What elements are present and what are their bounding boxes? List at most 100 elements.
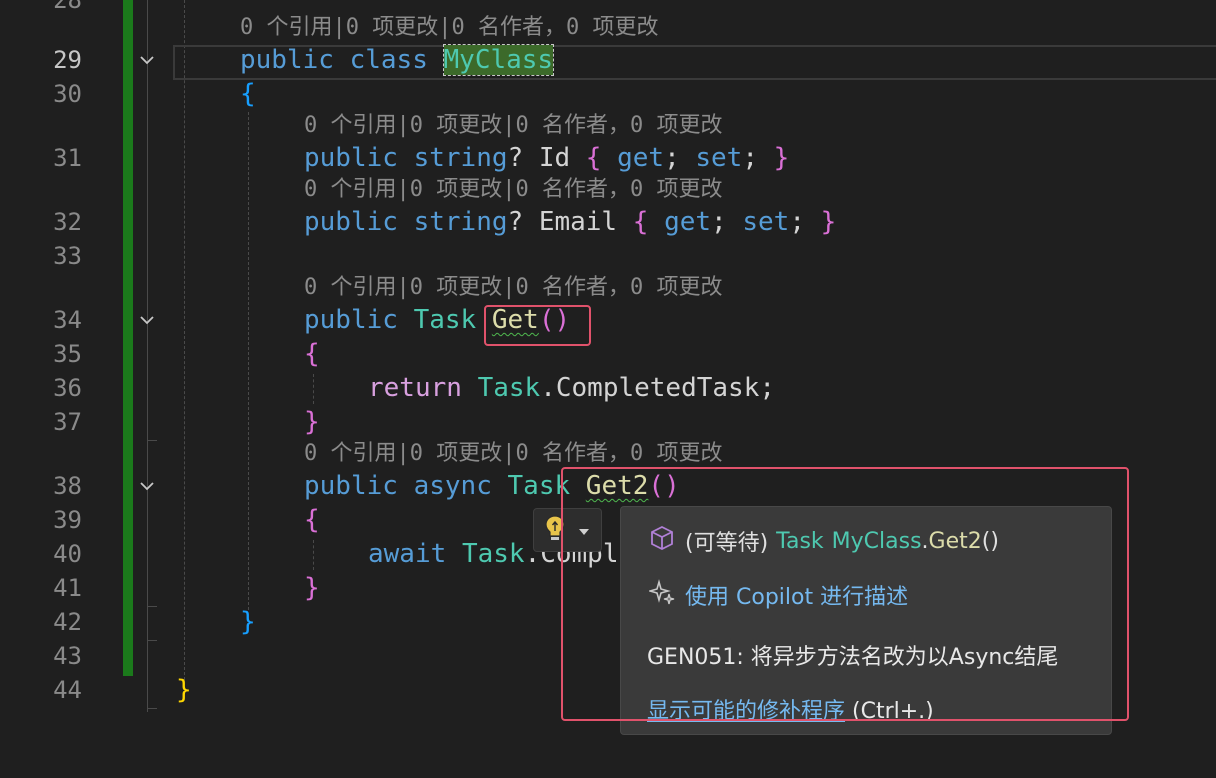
codelens[interactable]: 0 个引用|0 项更改|0 名作者，0 项更改	[304, 439, 722, 469]
token: ?	[507, 207, 524, 237]
copilot-text[interactable]: 使用 Copilot 进行描述	[685, 579, 908, 611]
chevron-down-icon[interactable]	[137, 476, 157, 496]
keyword: string	[413, 143, 508, 173]
keyword: get	[664, 207, 712, 237]
code-line-44[interactable]: }	[176, 673, 192, 707]
keyword: await	[368, 539, 447, 569]
property-name: Id	[538, 143, 571, 173]
line-number: 28	[53, 0, 82, 14]
token: ;	[711, 207, 727, 237]
line-number: 35	[53, 340, 82, 368]
method-signature: (可等待) Task MyClass . Get2 ()	[649, 525, 999, 557]
code-line-29[interactable]: public class MyClass	[240, 43, 555, 77]
line-number-current: 29	[53, 46, 82, 74]
code-line-30[interactable]: {	[240, 77, 256, 111]
fold-end-marker	[147, 708, 157, 709]
sparkle-icon	[647, 579, 675, 611]
fold-end-marker	[147, 640, 157, 641]
line-number: 36	[53, 374, 82, 402]
property-name: Email	[538, 207, 618, 237]
indent-guide	[313, 540, 314, 570]
type-name: Task	[413, 305, 477, 335]
keyword: string	[413, 207, 508, 237]
fix-link-text[interactable]: 显示可能的修补程序	[647, 699, 845, 724]
show-fixes-link[interactable]: 显示可能的修补程序 (Ctrl+.)	[647, 693, 934, 725]
code-line-39[interactable]: {	[304, 503, 320, 537]
type-name: Task	[461, 539, 525, 569]
keyword: public	[304, 207, 398, 237]
signature-parens: ()	[981, 528, 999, 554]
fold-end-marker	[147, 606, 157, 607]
brace: {	[585, 143, 602, 173]
chevron-down-icon[interactable]	[137, 50, 157, 70]
keyword: public	[304, 471, 398, 501]
code-line-36[interactable]: return Task.CompletedTask;	[368, 371, 775, 405]
code-line-37[interactable]: }	[304, 405, 320, 439]
codelens[interactable]: 0 个引用|0 项更改|0 名作者，0 项更改	[240, 13, 658, 43]
codelens[interactable]: 0 个引用|0 项更改|0 名作者，0 项更改	[304, 111, 722, 141]
line-number: 40	[53, 540, 82, 568]
keyword: get	[617, 143, 665, 173]
lightbulb-button[interactable]	[533, 508, 602, 552]
token: ;	[789, 207, 805, 237]
brace: }	[773, 143, 790, 173]
token: ?	[507, 143, 524, 173]
fix-shortcut: (Ctrl+.)	[852, 699, 934, 724]
indent-guide	[248, 112, 249, 610]
keyword: set	[695, 143, 743, 173]
keyword: async	[413, 471, 492, 501]
code-line-31[interactable]: public string? Id { get; set; }	[304, 141, 789, 175]
keyword: public	[240, 45, 334, 75]
line-number: 41	[53, 574, 82, 602]
line-number: 37	[53, 408, 82, 436]
codelens[interactable]: 0 个引用|0 项更改|0 名作者，0 项更改	[304, 273, 722, 303]
fold-end-marker	[147, 440, 157, 441]
type-name: Task	[507, 471, 571, 501]
signature-prefix: (可等待)	[685, 531, 769, 556]
dropdown-arrow-icon[interactable]	[578, 521, 590, 540]
keyword: public	[304, 143, 398, 173]
code-line-35[interactable]: {	[304, 337, 320, 371]
quick-info-tooltip: (可等待) Task MyClass . Get2 () 使用 Copilot …	[620, 506, 1112, 735]
type-name: Task	[477, 373, 541, 403]
token: ;	[742, 143, 758, 173]
brace: {	[632, 207, 649, 237]
keyword: set	[742, 207, 790, 237]
token: ;	[759, 373, 776, 403]
line-number: 34	[53, 306, 82, 334]
keyword: return	[368, 373, 462, 403]
codelens[interactable]: 0 个引用|0 项更改|0 名作者，0 项更改	[304, 175, 722, 205]
class-name-highlight[interactable]: MyClass	[442, 44, 555, 76]
diagnostic-message: GEN051: 将异步方法名改为以Async结尾	[647, 645, 1059, 670]
code-line-38[interactable]: public async Task Get2()	[304, 469, 680, 503]
code-line-42[interactable]: }	[240, 605, 256, 639]
method-name[interactable]: Get2	[586, 471, 649, 501]
chevron-down-icon[interactable]	[137, 310, 157, 330]
property-name: CompletedTask	[555, 373, 760, 403]
indent-guide	[184, 0, 185, 680]
line-number: 38	[53, 472, 82, 500]
line-number: 44	[53, 676, 82, 704]
code-line-41[interactable]: }	[304, 571, 320, 605]
line-number: 33	[53, 242, 82, 270]
indent-guide	[313, 374, 314, 404]
line-number: 42	[53, 608, 82, 636]
token: ;	[664, 143, 680, 173]
keyword: class	[349, 45, 428, 75]
line-number: 32	[53, 208, 82, 236]
token: .	[540, 373, 556, 403]
line-number: 31	[53, 144, 82, 172]
signature-dot: .	[921, 528, 929, 554]
lightbulb-icon	[542, 513, 568, 547]
line-number: 39	[53, 506, 82, 534]
code-line-32[interactable]: public string? Email { get; set; }	[304, 205, 836, 239]
change-indicator-bar	[123, 0, 133, 676]
signature-method: Get2	[928, 528, 982, 554]
signature-type: Task	[776, 528, 824, 554]
parens: ()	[648, 471, 680, 501]
keyword: public	[304, 305, 398, 335]
line-number: 43	[53, 642, 82, 670]
highlight-box	[484, 305, 591, 346]
method-cube-icon	[649, 525, 675, 557]
copilot-describe-link[interactable]: 使用 Copilot 进行描述	[647, 579, 908, 611]
